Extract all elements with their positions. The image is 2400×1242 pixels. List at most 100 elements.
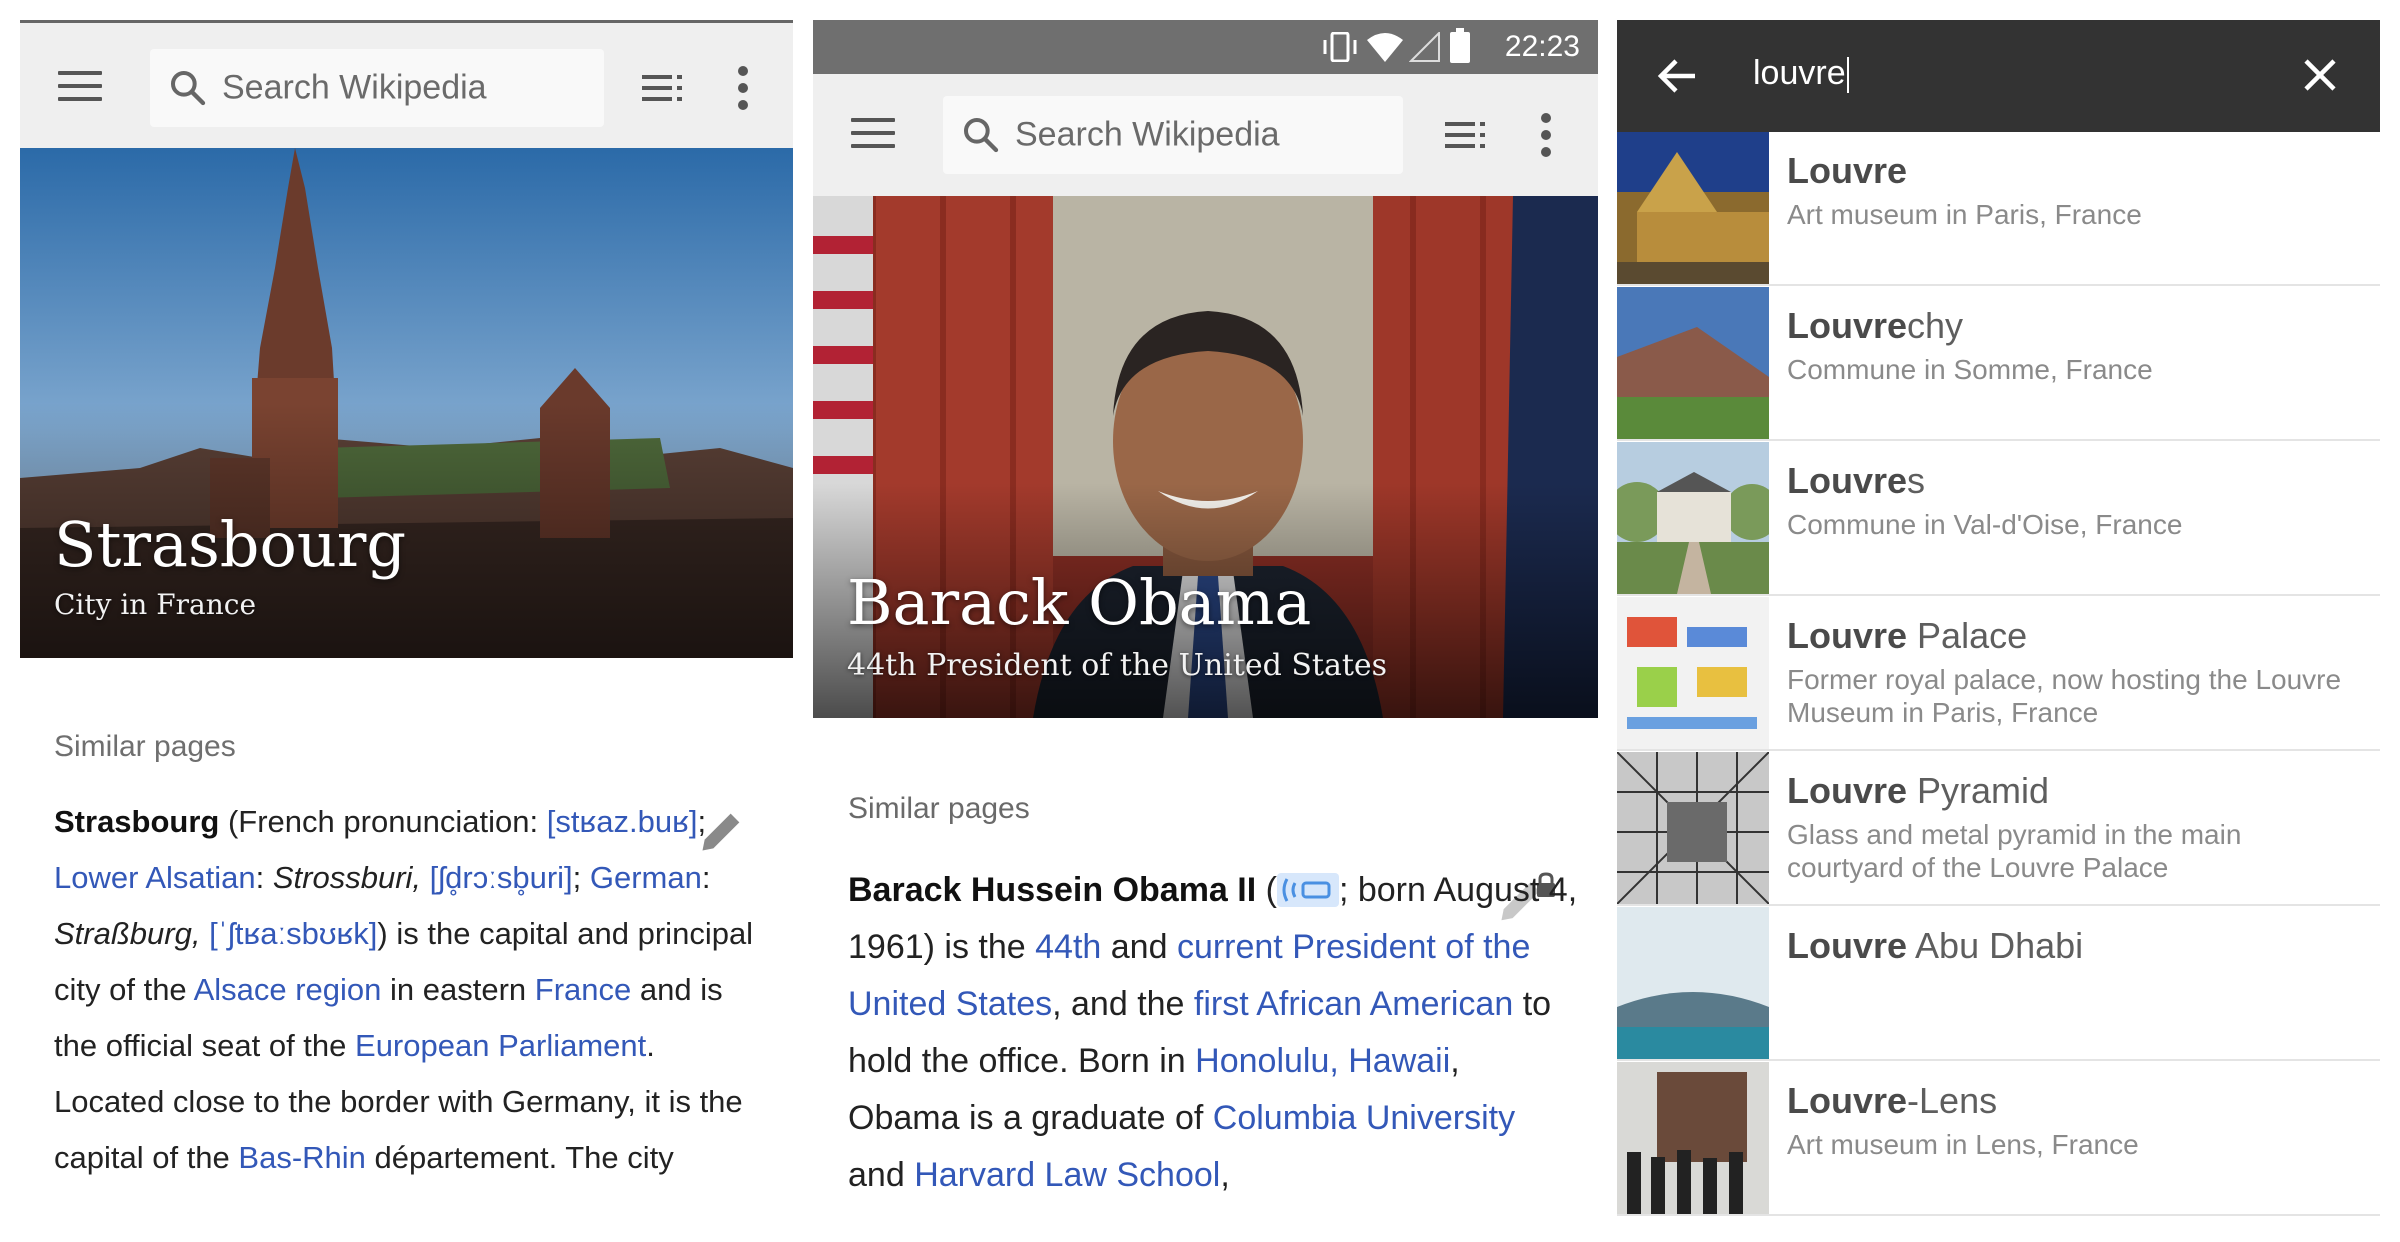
article-text: and — [848, 1156, 915, 1194]
alsace-link[interactable]: Alsace region — [194, 972, 382, 1007]
similar-pages-link[interactable]: Similar pages — [54, 730, 236, 764]
result-description: Art museum in Paris, France — [1787, 199, 2142, 230]
columbia-link[interactable]: Columbia University — [1213, 1099, 1515, 1137]
first-african-american-link[interactable]: first African American — [1194, 985, 1513, 1023]
search-field[interactable]: louvre — [1753, 54, 1849, 94]
obama-article-panel: 22:23 Search Wikipedia Barack Obama 44th… — [813, 20, 1598, 1222]
article-text: , — [1220, 1156, 1230, 1194]
search-input[interactable]: Search Wikipedia — [150, 49, 604, 127]
article-body: Strasbourg (French pronunciation: [stʁaz… — [54, 794, 754, 1186]
hero-subtitle: 44th President of the United States — [847, 648, 1388, 683]
result-description: Art museum in Lens, France — [1787, 1129, 2139, 1160]
result-description: Commune in Val-d'Oise, France — [1787, 509, 2183, 540]
toc-icon[interactable] — [642, 71, 686, 105]
article-text: : — [701, 860, 711, 895]
result-thumbnail — [1617, 442, 1769, 594]
search-result-item[interactable]: Louvre Abu Dhabi — [1617, 907, 2380, 1061]
vibrate-icon — [1323, 32, 1357, 62]
44th-link[interactable]: 44th — [1035, 928, 1101, 966]
toc-icon[interactable] — [1445, 118, 1489, 152]
result-title: Louvre Palace — [1787, 615, 2028, 656]
lower-alsatian-link[interactable]: Lower Alsatian — [54, 860, 256, 895]
app-toolbar: Search Wikipedia — [20, 20, 793, 148]
more-icon[interactable] — [736, 65, 750, 111]
article-text: Straßburg, — [54, 916, 201, 951]
hero-title: Strasbourg — [54, 508, 407, 581]
wifi-icon — [1367, 33, 1403, 62]
ipa-link[interactable]: [ˈʃtʁaːsbʊʁk] — [209, 916, 377, 951]
article-text: : — [255, 860, 273, 895]
european-parliament-link[interactable]: European Parliament — [355, 1028, 646, 1063]
cathedral-photo — [20, 148, 793, 658]
status-bar: 22:23 — [813, 20, 1598, 74]
search-input[interactable]: Search Wikipedia — [943, 96, 1403, 174]
audio-icon[interactable] — [1276, 873, 1339, 907]
ipa-link[interactable]: [stʁaz.buʁ] — [547, 804, 698, 839]
hero-subtitle: City in France — [54, 588, 257, 621]
article-subject: Strasbourg — [54, 804, 220, 839]
back-arrow-icon[interactable] — [1657, 58, 1697, 94]
article-text: Strossburi, — [272, 860, 422, 895]
search-result-item[interactable]: Louvrechy Commune in Somme, France — [1617, 287, 2380, 441]
menu-icon[interactable] — [58, 71, 102, 103]
close-icon[interactable] — [2303, 58, 2337, 92]
text-caret — [1846, 57, 1849, 94]
result-description: Commune in Somme, France — [1787, 354, 2153, 385]
german-link[interactable]: German — [590, 860, 702, 895]
article-text: département. The city — [365, 1140, 674, 1175]
portrait-photo — [813, 196, 1598, 718]
france-link[interactable]: France — [535, 972, 631, 1007]
hero-title: Barack Obama — [847, 566, 1312, 639]
search-result-item[interactable]: Louvre Art museum in Paris, France — [1617, 132, 2380, 286]
article-text: ( — [1256, 871, 1277, 909]
article-text: and — [1101, 928, 1177, 966]
search-result-item[interactable]: Louvre Pyramid Glass and metal pyramid i… — [1617, 752, 2380, 906]
article-text — [421, 860, 430, 895]
search-header: louvre — [1617, 20, 2380, 132]
menu-icon[interactable] — [851, 118, 895, 150]
battery-icon — [1450, 28, 1470, 63]
article-text — [200, 916, 209, 951]
search-placeholder: Search Wikipedia — [222, 68, 487, 107]
result-title: Louvrechy — [1787, 305, 1964, 346]
result-description: Former royal palace, now hosting the Lou… — [1787, 664, 2342, 728]
result-title: Louvre — [1787, 150, 1908, 191]
result-title: Louvre Abu Dhabi — [1787, 925, 2084, 966]
search-result-item[interactable]: Louvre-Lens Art museum in Lens, France — [1617, 1062, 2380, 1216]
search-icon — [964, 118, 999, 153]
result-thumbnail — [1617, 287, 1769, 439]
article-body: Barack Hussein Obama II (; born August 4… — [848, 862, 1578, 1204]
result-description: Glass and metal pyramid in the main cour… — [1787, 819, 2242, 883]
harvard-law-link[interactable]: Harvard Law School — [914, 1156, 1220, 1194]
result-thumbnail — [1617, 907, 1769, 1059]
result-title: Louvre Pyramid — [1787, 770, 2050, 811]
result-thumbnail — [1617, 132, 1769, 284]
search-result-item[interactable]: Louvres Commune in Val-d'Oise, France — [1617, 442, 2380, 596]
ipa-link[interactable]: [ʃd̥rɔːsb̥uri] — [430, 860, 573, 895]
article-text: ; — [697, 804, 707, 839]
article-text: in eastern — [381, 972, 535, 1007]
result-title: Louvres — [1787, 460, 1926, 501]
lead-image-strasbourg: Strasbourg City in France — [20, 148, 793, 658]
result-thumbnail — [1617, 752, 1769, 904]
similar-pages-link[interactable]: Similar pages — [848, 792, 1030, 826]
article-text: ; — [572, 860, 590, 895]
lead-image-obama: Barack Obama 44th President of the Unite… — [813, 196, 1598, 718]
article-text: (French pronunciation: — [219, 804, 547, 839]
result-thumbnail — [1617, 597, 1769, 749]
search-query-text: louvre — [1753, 54, 1846, 92]
search-result-item[interactable]: Louvre Palace Former royal palace, now h… — [1617, 597, 2380, 751]
status-time: 22:23 — [1504, 30, 1580, 63]
search-results-panel: louvre Louvre Art museum in Paris, Franc… — [1617, 20, 2380, 1222]
signal-icon — [1409, 32, 1440, 62]
app-toolbar: Search Wikipedia — [813, 74, 1598, 196]
strasbourg-article-panel: Search Wikipedia Strasbourg City in Fran… — [20, 20, 793, 1222]
more-icon[interactable] — [1539, 112, 1553, 158]
result-title: Louvre-Lens — [1787, 1080, 1998, 1121]
result-thumbnail — [1617, 1062, 1769, 1214]
article-text: , and the — [1052, 985, 1194, 1023]
search-placeholder: Search Wikipedia — [1015, 115, 1280, 154]
article-subject: Barack Hussein Obama II — [848, 871, 1257, 909]
honolulu-link[interactable]: Honolulu, Hawaii — [1195, 1042, 1450, 1080]
bas-rhin-link[interactable]: Bas-Rhin — [238, 1140, 366, 1175]
